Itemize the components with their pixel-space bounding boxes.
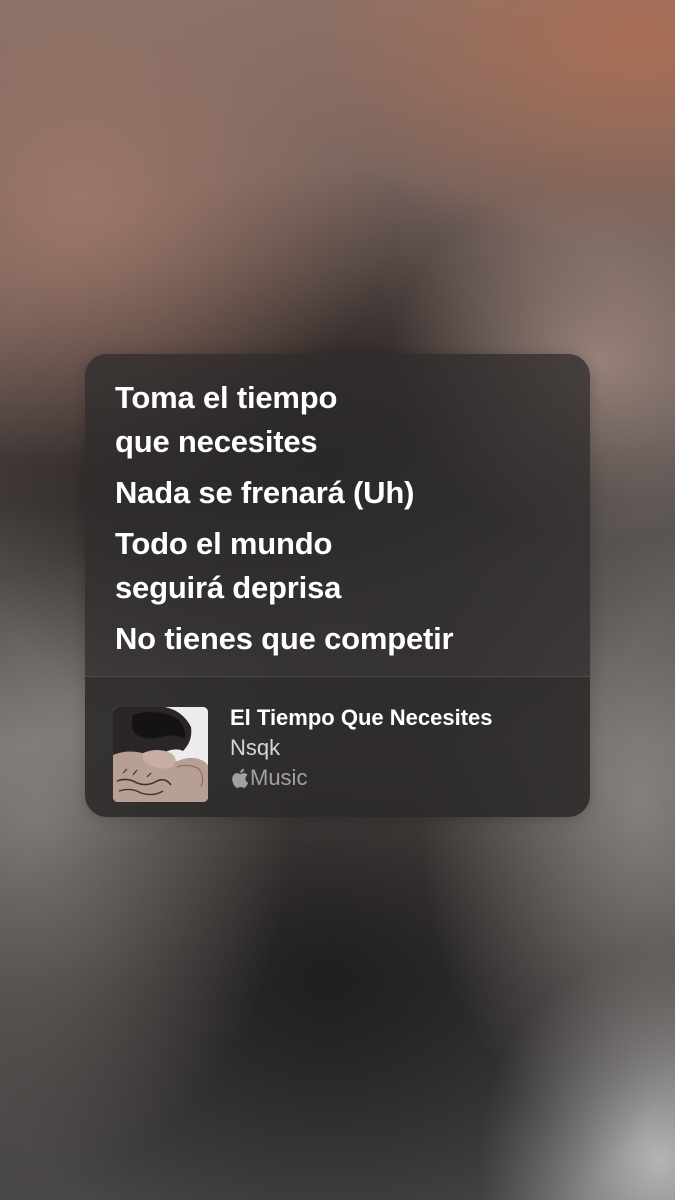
lyric-line: que necesites bbox=[115, 424, 318, 459]
lyric-group-3: Todo el mundo seguirá deprisa bbox=[115, 522, 570, 610]
lyric-line: seguirá deprisa bbox=[115, 570, 342, 605]
lyric-line: Nada se frenará (Uh) bbox=[115, 475, 415, 510]
artist-name: Nsqk bbox=[230, 735, 281, 760]
lyrics-block: Toma el tiempo que necesites Nada se fre… bbox=[115, 376, 570, 668]
song-title: El Tiempo Que Necesites bbox=[230, 705, 493, 730]
apple-logo-icon bbox=[232, 768, 249, 788]
album-artwork-image bbox=[113, 707, 208, 802]
track-info-row[interactable]: El Tiempo Que Necesites Nsqk Music bbox=[85, 677, 590, 817]
lyric-line: No tienes que competir bbox=[115, 621, 454, 656]
lyric-line: Todo el mundo bbox=[115, 526, 333, 561]
lyrics-share-card[interactable]: Toma el tiempo que necesites Nada se fre… bbox=[85, 354, 590, 817]
lyric-group-1: Toma el tiempo que necesites bbox=[115, 376, 570, 464]
track-info: El Tiempo Que Necesites Nsqk Music bbox=[230, 703, 580, 793]
lyric-line: Toma el tiempo bbox=[115, 380, 338, 415]
album-artwork bbox=[113, 707, 208, 802]
service-label: Music bbox=[250, 765, 308, 790]
apple-music-label: Music bbox=[230, 763, 580, 793]
